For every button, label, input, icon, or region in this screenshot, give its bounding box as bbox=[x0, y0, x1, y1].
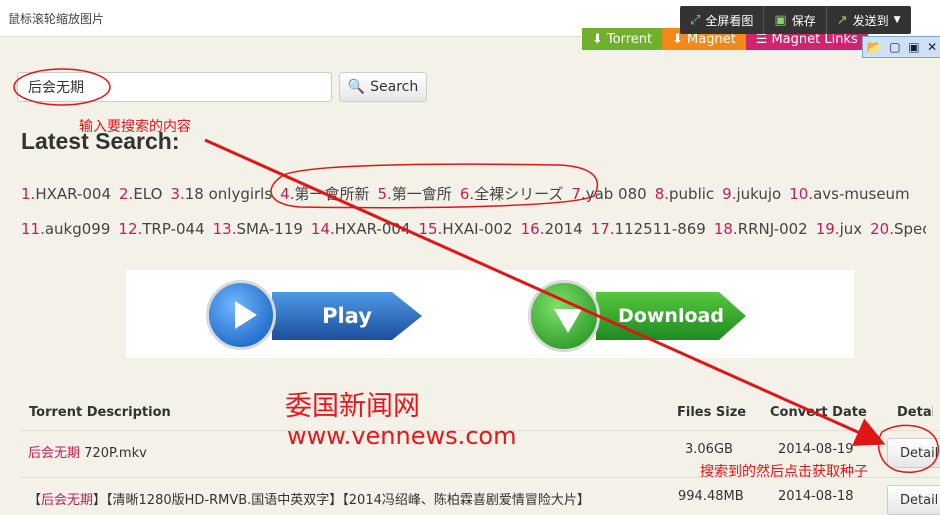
tag-link[interactable]: 6.全裸シリーズ bbox=[460, 183, 564, 204]
tab-torrent[interactable]: ⬇ Torrent bbox=[582, 28, 663, 50]
row-title-rest: 720P.mkv bbox=[80, 446, 147, 461]
torrent-icon: ⬇ bbox=[592, 31, 603, 47]
download-button[interactable]: Download bbox=[596, 292, 746, 340]
row-title-link[interactable]: 后会无期 bbox=[28, 446, 80, 461]
tag-link[interactable]: 15.HXAI-002 bbox=[418, 220, 512, 238]
row-date: 2014-08-19 bbox=[778, 442, 854, 457]
tag-link[interactable]: 19.jux bbox=[816, 220, 862, 238]
click-hint-annotation: 搜索到的然后点击获取种子 bbox=[700, 464, 868, 480]
play-label: Play bbox=[322, 304, 372, 328]
tag-link[interactable]: 1.HXAR-004 bbox=[21, 185, 111, 203]
send-to-button[interactable]: ↗ 发送到 ▼ bbox=[827, 6, 911, 34]
tag-link[interactable]: 13.SMA-119 bbox=[213, 220, 303, 238]
tag-link[interactable]: 8.public bbox=[655, 185, 714, 203]
window-icon[interactable]: ▢ bbox=[889, 40, 900, 54]
tab-torrent-label: Torrent bbox=[606, 31, 653, 47]
watermark-url: www.vennews.com bbox=[287, 422, 517, 450]
tag-link[interactable]: 5.第一會所 bbox=[377, 183, 451, 204]
tag-link[interactable]: 11.aukg099 bbox=[21, 220, 110, 238]
window-title: 鼠标滚轮缩放图片 bbox=[8, 12, 105, 26]
header-description: Torrent Description bbox=[29, 405, 171, 420]
tag-link[interactable]: 3.18 onlygirls bbox=[170, 185, 272, 203]
search-button-label: Search bbox=[370, 79, 419, 95]
restore-icon[interactable]: ▣ bbox=[908, 40, 919, 54]
tags-row-1: 1.HXAR-004 2.ELO 3.18 onlygirls 4.第一會所新 … bbox=[21, 176, 926, 211]
save-button[interactable]: ▣ 保存 bbox=[764, 6, 827, 34]
send-icon: ↗ bbox=[836, 12, 848, 28]
latest-search-tags: 1.HXAR-004 2.ELO 3.18 onlygirls 4.第一會所新 … bbox=[21, 176, 926, 256]
fullscreen-label: 全屏看图 bbox=[705, 13, 754, 28]
row-description: 【后会无期】【清晰1280版HD-RMVB.国语中英双字】【2014冯绍峰、陈柏… bbox=[28, 489, 590, 508]
tag-link[interactable]: 14.HXAR-004 bbox=[311, 220, 411, 238]
save-icon: ▣ bbox=[774, 12, 787, 28]
row-date: 2014-08-18 bbox=[778, 489, 854, 504]
play-button[interactable]: Play bbox=[272, 292, 422, 340]
image-viewer-toolbar: ⤢ 全屏看图 ▣ 保存 ↗ 发送到 ▼ bbox=[680, 6, 911, 34]
detail-button[interactable]: Detail bbox=[887, 485, 940, 515]
tag-link[interactable]: 2.ELO bbox=[119, 185, 162, 203]
tag-link[interactable]: 12.TRP-044 bbox=[118, 220, 204, 238]
row-title-link[interactable]: 后会无期 bbox=[41, 493, 93, 508]
caret-down-icon: ▼ bbox=[893, 15, 901, 25]
mini-window-controls: 📂 ▢ ▣ ✕ bbox=[862, 36, 940, 58]
tag-link[interactable]: 20.Special bbox=[870, 220, 926, 238]
search-icon: 🔍 bbox=[347, 79, 366, 95]
download-label: Download bbox=[618, 305, 724, 327]
tag-link[interactable]: 17.112511-869 bbox=[591, 220, 706, 238]
detail-button[interactable]: Detail bbox=[887, 438, 940, 468]
row-title-prefix: 【 bbox=[28, 493, 42, 508]
watermark-site-name: 委国新闻网 bbox=[285, 391, 420, 422]
header-size: Files Size bbox=[677, 405, 747, 420]
search-button[interactable]: 🔍 Search bbox=[339, 72, 427, 102]
tag-link[interactable]: 4.第一會所新 bbox=[280, 183, 369, 204]
latest-search-heading: Latest Search: bbox=[21, 128, 180, 154]
search-input[interactable] bbox=[17, 72, 332, 102]
tag-link[interactable]: 9.jukujo bbox=[722, 185, 781, 203]
tag-link[interactable]: 16.2014 bbox=[521, 220, 583, 238]
header-detail: Detail bbox=[897, 405, 933, 420]
tags-row-2: 11.aukg099 12.TRP-044 13.SMA-119 14.HXAR… bbox=[21, 211, 926, 246]
header-date: Convert Date bbox=[770, 405, 867, 420]
row-title-rest: 】【清晰1280版HD-RMVB.国语中英双字】【2014冯绍峰、陈柏霖喜剧爱情… bbox=[93, 493, 590, 508]
row-size: 3.06GB bbox=[685, 442, 733, 457]
play-download-banner[interactable]: Play Download bbox=[126, 270, 854, 358]
tag-link[interactable]: 10.avs-museum bbox=[789, 185, 909, 203]
fullscreen-button[interactable]: ⤢ 全屏看图 bbox=[680, 6, 765, 34]
open-folder-icon[interactable]: 📂 bbox=[867, 40, 882, 54]
save-label: 保存 bbox=[791, 13, 816, 28]
tag-link[interactable]: 18.RRNJ-002 bbox=[714, 220, 808, 238]
close-icon[interactable]: ✕ bbox=[927, 40, 937, 54]
download-icon[interactable] bbox=[528, 280, 600, 352]
row-description: 后会无期 720P.mkv bbox=[28, 442, 147, 461]
row-size: 994.48MB bbox=[678, 489, 744, 504]
send-to-label: 发送到 bbox=[852, 13, 889, 28]
play-icon[interactable] bbox=[206, 280, 276, 350]
fullscreen-icon: ⤢ bbox=[690, 12, 701, 28]
tag-link[interactable]: 7.yab 080 bbox=[571, 185, 646, 203]
